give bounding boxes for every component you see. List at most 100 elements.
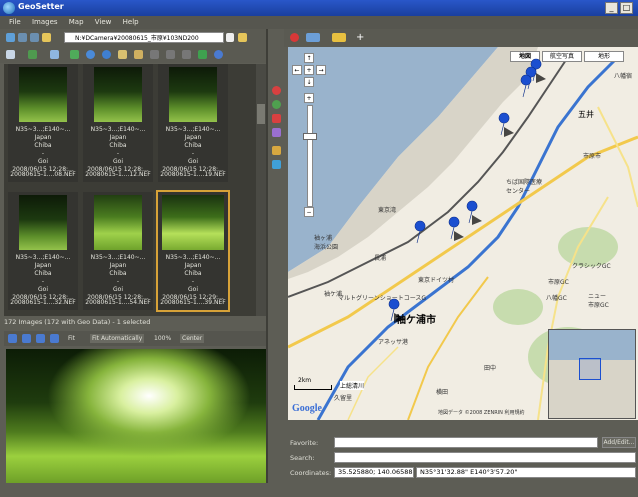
map-label: 袖ヶ浦 海浜公園 (314, 235, 339, 251)
map-label: 東京湾 (378, 207, 397, 214)
thumbnail-scrollbar[interactable] (256, 64, 266, 316)
favorite-star-icon[interactable] (332, 33, 346, 42)
map-scale-bar (294, 385, 332, 390)
title-bar: GeoSetter _ □ (0, 0, 638, 16)
thumbnail-item[interactable]: N35~3...;E140~... Japan Chiba - Goi 2008/06/1… (8, 64, 78, 182)
thumbnail-item[interactable]: N35~3...;E140~... Japan Chiba - Goi 2008/06/1… (83, 192, 153, 310)
thumbnail-filename: 20080615-1....39.NEF (160, 299, 226, 306)
geosetter-logo-icon (3, 2, 15, 14)
map-label: クラシックGC (572, 263, 611, 270)
center-button[interactable]: Center (180, 334, 205, 343)
menu-images[interactable]: Images (32, 18, 58, 26)
forward-icon[interactable] (18, 33, 27, 42)
location-icon[interactable] (102, 50, 111, 59)
chevron-down-icon[interactable] (226, 33, 234, 42)
menu-bar: File Images Map View Help (0, 16, 638, 29)
map-label: アネッサ港 (378, 339, 409, 346)
thumbnail-filename: 20080615-1....19.NEF (160, 171, 226, 178)
overview-map[interactable] (548, 329, 636, 419)
copy-coords-icon[interactable] (272, 160, 281, 169)
paste-icon[interactable] (166, 50, 175, 59)
map-view[interactable]: 地図 航空写真 地形 ↑ ← + → ↓ + − 五井 市原市 袖ケ浦市 東京湾… (288, 47, 638, 420)
thumbnail-item-selected[interactable]: N35~3...;E140~... Japan Chiba - Goi 2008/06/1… (156, 190, 230, 312)
map-type-icon[interactable] (306, 33, 320, 42)
map-label: 市原GC (548, 279, 569, 286)
sync-icon[interactable] (198, 50, 207, 59)
thumbnail-filename: 20080615-1....08.NEF (10, 171, 76, 178)
map-label: 長浦 (374, 255, 387, 262)
prev-icon[interactable] (22, 334, 31, 343)
edit-icon[interactable] (118, 50, 127, 59)
remove-icon[interactable] (272, 128, 281, 137)
map-label: ニュー 市原GC (588, 293, 609, 309)
info-icon[interactable] (86, 50, 95, 59)
zoom-select[interactable]: 100% (154, 334, 171, 343)
map-scale-label: 2km (298, 377, 312, 384)
add-edit-button[interactable]: Add/Edit... (602, 437, 636, 448)
map-side-toolbar (268, 29, 284, 481)
thumbnail-item[interactable]: N35~3...;E140~... Japan Chiba - Goi 2008/06/1… (158, 64, 228, 182)
pin-icon[interactable] (290, 33, 299, 42)
menu-help[interactable]: Help (123, 18, 139, 26)
save-icon[interactable] (134, 50, 143, 59)
thumbnail-image (169, 67, 217, 122)
filter-icon[interactable] (50, 50, 59, 59)
folder-toolbar: N:¥DCamera¥20080615_市原¥103ND200 (0, 29, 268, 47)
track-icon[interactable] (272, 146, 281, 155)
map-label: 田中 (484, 365, 497, 372)
menu-map[interactable]: Map (69, 18, 84, 26)
map-label: 八幡宿 (614, 73, 633, 80)
marker-red-icon[interactable] (272, 86, 281, 95)
location-panel: Favorite: Add/Edit... Search: Coordinate… (284, 432, 638, 482)
view-mode-icon[interactable] (6, 50, 15, 59)
coordinates-decimal-field[interactable]: 35.525880; 140.065888 (334, 467, 414, 478)
thumbnail-item[interactable]: N35~3...;E140~... Japan Chiba - Goi 2008/06/1… (83, 64, 153, 182)
path-input[interactable]: N:¥DCamera¥20080615_市原¥103ND200 (64, 32, 224, 43)
browse-folder-icon[interactable] (238, 33, 247, 42)
menu-view[interactable]: View (95, 18, 112, 26)
thumbnail-image (94, 195, 142, 250)
scrollbar-thumb[interactable] (257, 104, 265, 124)
menu-file[interactable]: File (9, 18, 21, 26)
preview-toolbar: Fit Fit Automatically 100% Center (4, 331, 266, 346)
up-icon[interactable] (30, 33, 39, 42)
thumbnail-image (162, 195, 224, 250)
map-toolbar: + (284, 29, 638, 47)
thumbnail-filename: 20080615-1....32.NEF (10, 299, 76, 306)
fit-button[interactable]: Fit (68, 334, 75, 343)
copy-icon[interactable] (150, 50, 159, 59)
map-label: 五井 (578, 110, 594, 119)
marker-green-icon[interactable] (272, 100, 281, 109)
coordinates-dms-field[interactable]: N35°31'32.88" E140°3'57.20" (416, 467, 636, 478)
search-input[interactable] (334, 452, 636, 463)
sort-icon[interactable] (28, 50, 37, 59)
thumbnail-image (19, 67, 67, 122)
refresh-icon[interactable] (70, 50, 79, 59)
map-label: 久留里 (334, 395, 353, 402)
globe-icon[interactable] (214, 50, 223, 59)
fit-automatically-button[interactable]: Fit Automatically (90, 334, 145, 343)
assign-icon[interactable] (272, 114, 281, 123)
overview-viewport[interactable] (579, 358, 601, 380)
image-preview (6, 349, 266, 483)
next-icon[interactable] (36, 334, 45, 343)
maximize-button[interactable]: □ (620, 2, 633, 14)
favorite-select[interactable] (334, 437, 598, 448)
map-label: ちば国際医療 センター (506, 179, 543, 195)
last-icon[interactable] (50, 334, 59, 343)
map-label: 上総清川 (340, 381, 365, 390)
map-label: 東京ドイツ村 (418, 277, 455, 284)
status-text: 172 Images (172 with Geo Data) - 1 selec… (4, 318, 151, 326)
marker-pin (414, 220, 426, 244)
status-bar (0, 483, 638, 497)
favorite-label: Favorite: (290, 439, 319, 447)
delete-icon[interactable] (182, 50, 191, 59)
minimize-button[interactable]: _ (605, 2, 618, 14)
window-title: GeoSetter (18, 2, 64, 11)
plus-icon[interactable]: + (356, 33, 365, 43)
thumbnail-item[interactable]: N35~3...;E140~... Japan Chiba - Goi 2008/06/1… (8, 192, 78, 310)
back-icon[interactable] (6, 33, 15, 42)
first-icon[interactable] (8, 334, 17, 343)
map-label: 袖ケ浦市 (396, 315, 436, 326)
folder-icon[interactable] (42, 33, 51, 42)
